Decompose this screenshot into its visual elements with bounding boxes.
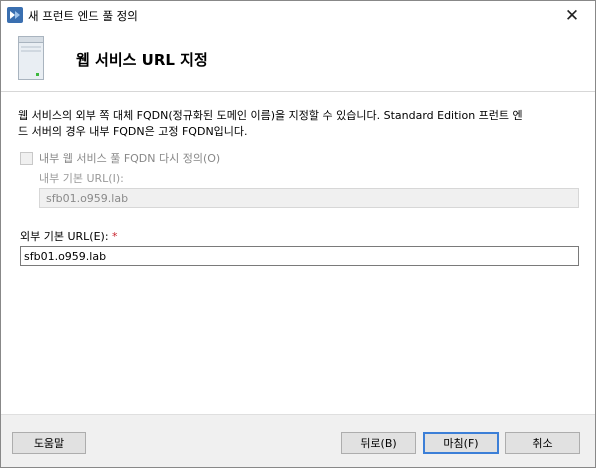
external-url-label-text: 외부 기본 URL(E):	[20, 230, 109, 243]
required-mark: *	[112, 230, 118, 243]
help-button[interactable]: 도움말	[12, 432, 86, 454]
external-url-field[interactable]: sfb01.o959.lab	[20, 246, 579, 266]
title-bar: 새 프런트 엔드 풀 정의 ✕	[1, 1, 595, 31]
window-title: 새 프런트 엔드 풀 정의	[28, 9, 138, 23]
close-button[interactable]: ✕	[553, 1, 591, 30]
external-url-label: 외부 기본 URL(E): *	[20, 228, 118, 244]
button-bar: 도움말 뒤로(B) 마침(F) 취소	[1, 414, 595, 467]
override-checkbox-label: 내부 웹 서비스 풀 FQDN 다시 정의(O)	[39, 152, 221, 165]
internal-url-label: 내부 기본 URL(I):	[39, 172, 124, 185]
internal-url-field[interactable]: sfb01.o959.lab	[39, 188, 579, 208]
cancel-button[interactable]: 취소	[505, 432, 580, 454]
description-line-1: 웹 서비스의 외부 쪽 대체 FQDN(정규화된 도메인 이름)을 지정할 수 …	[18, 109, 523, 122]
description-text: 웹 서비스의 외부 쪽 대체 FQDN(정규화된 도메인 이름)을 지정할 수 …	[18, 108, 588, 140]
finish-button[interactable]: 마침(F)	[423, 432, 499, 454]
close-icon: ✕	[564, 5, 580, 26]
dialog-window: 새 프런트 엔드 풀 정의 ✕ 웹 서비스 URL 지정 웹 서비스의 외부 쪽…	[0, 0, 596, 468]
override-checkbox-row: 내부 웹 서비스 풀 FQDN 다시 정의(O)	[20, 150, 220, 166]
description-line-2: 드 서버의 경우 내부 FQDN은 고정 FQDN입니다.	[18, 125, 248, 138]
app-icon	[7, 7, 23, 23]
back-button[interactable]: 뒤로(B)	[341, 432, 416, 454]
override-checkbox[interactable]	[20, 151, 33, 165]
header-divider	[1, 91, 595, 92]
page-title: 웹 서비스 URL 지정	[76, 51, 208, 69]
page-header: 웹 서비스 URL 지정	[1, 31, 595, 91]
server-icon	[18, 36, 44, 80]
